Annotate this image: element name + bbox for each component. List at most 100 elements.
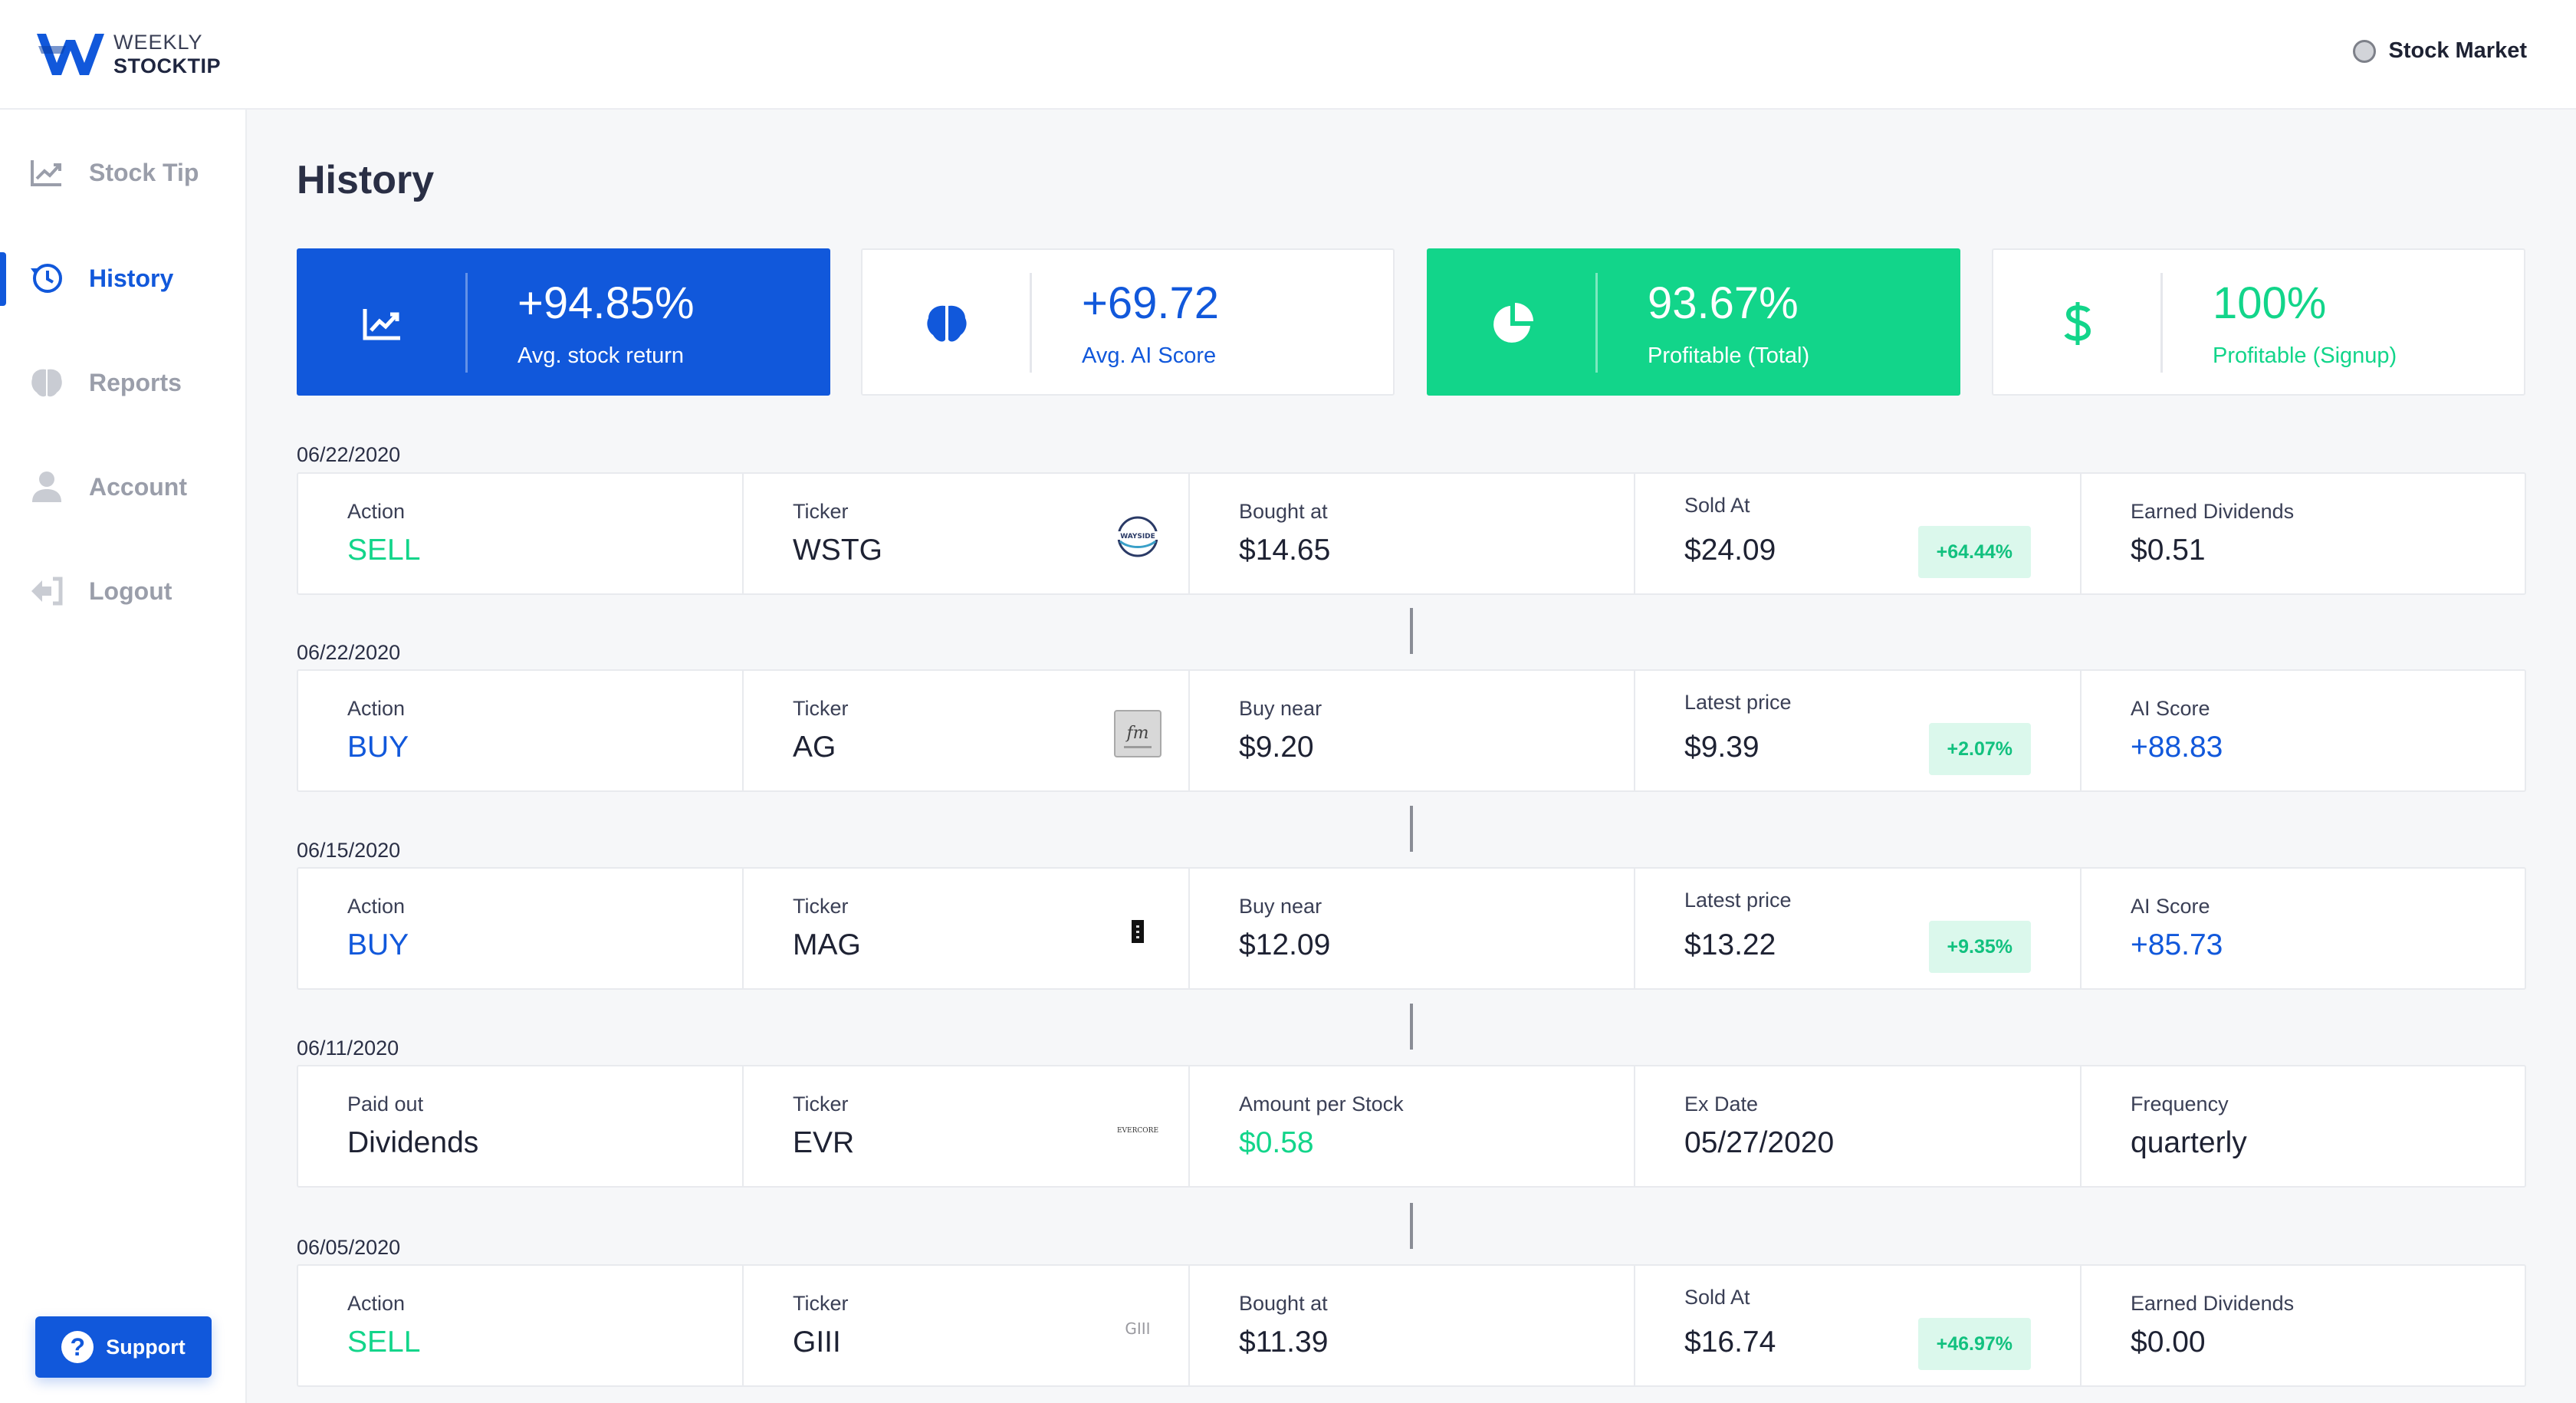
entry-result-cell: Sold At $16.74 +46.97% [1635,1266,2082,1385]
stat-divider [1595,273,1598,373]
cell-label: Bought at [1239,1292,1328,1315]
entry-extra: $0.00 [2131,1326,2206,1359]
entry-action: Dividends [347,1126,479,1159]
cell-label: Earned Dividends [2131,500,2295,523]
brand-line2: STOCKTIP [113,54,222,77]
ticker-logo-text: GIII [1125,1319,1150,1338]
entry-price-cell: Bought at $11.39 [1190,1266,1635,1385]
ticker-logo-icon: WAYSIDE [1112,511,1164,563]
entry-date: 06/15/2020 [297,839,401,862]
entry-action-cell: Action BUY [298,671,744,790]
entry-price-cell: Buy near $12.09 [1190,869,1635,988]
entry-ticker: EVR [793,1126,855,1159]
cell-label: Frequency [2131,1092,2229,1116]
entry-price-cell: Bought at $14.65 [1190,474,1635,593]
entry-action: BUY [347,928,409,961]
entry-date: 06/11/2020 [297,1037,399,1060]
stat-divider [2160,273,2163,373]
entry-price: $14.65 [1239,534,1331,567]
cell-label: Latest price [1684,889,1792,912]
stock-market-status[interactable]: Stock Market [2353,38,2527,64]
support-button[interactable]: ? Support [35,1316,212,1378]
history-entry[interactable]: Paid out Dividends Ticker EVR EVERCORE A… [297,1065,2526,1188]
stat-value: 93.67% [1648,278,1799,328]
entry-ticker-cell: Ticker AG fm [744,671,1190,790]
brand-line1: WEEKLY [113,31,203,54]
stat-label: Profitable (Signup) [2213,343,2397,368]
timeline-connector [1410,806,1413,852]
sidebar-item-history[interactable]: History [0,248,245,309]
cell-label: Action [347,895,406,918]
entry-result-cell: Sold At $24.09 +64.44% [1635,474,2082,593]
cell-label: Ticker [793,697,849,720]
entry-result: $16.74 [1684,1326,1776,1359]
stat-card-avg-return: +94.85% Avg. stock return [297,248,830,396]
cell-label: Ticker [793,1092,849,1116]
entry-action-cell: Paid out Dividends [298,1066,744,1186]
sidebar-item-stock-tip[interactable]: Stock Tip [0,142,245,203]
stat-divider [465,273,468,373]
cell-label: Amount per Stock [1239,1092,1404,1116]
stat-value: +69.72 [1082,278,1220,328]
history-entry[interactable]: Action SELL Ticker WSTG WAYSIDE Bought a… [297,472,2526,595]
entry-action: SELL [347,534,421,567]
timeline-connector [1410,1203,1413,1249]
cell-label: Sold At [1684,1286,1750,1309]
entry-result: 05/27/2020 [1684,1126,1835,1159]
history-entry[interactable]: Action SELL Ticker GIII GIII Bought at $… [297,1264,2526,1387]
logo-w-icon [37,34,104,75]
chart-line-icon [344,285,421,362]
sidebar-item-account[interactable]: Account [0,456,245,518]
entry-ticker: GIII [793,1326,841,1359]
support-label: Support [106,1335,186,1359]
entry-extra-cell: AI Score +85.73 [2082,869,2525,988]
entry-extra: quarterly [2131,1126,2247,1159]
entry-extra: $0.51 [2131,534,2206,567]
cell-label: Ex Date [1684,1092,1759,1116]
stat-label: Avg. AI Score [1082,343,1217,368]
cell-label: AI Score [2131,895,2210,918]
cell-label: Earned Dividends [2131,1292,2295,1315]
stat-card-profitable-total: 93.67% Profitable (Total) [1427,248,1960,396]
entry-price: $11.39 [1239,1326,1329,1359]
stat-label: Avg. stock return [518,343,685,368]
brand-text: WEEKLY STOCKTIP [113,31,221,78]
entry-extra-cell: AI Score +88.83 [2082,671,2525,790]
entry-result-cell: Latest price $9.39 +2.07% [1635,671,2082,790]
cell-label: Ticker [793,1292,849,1315]
entry-date: 06/05/2020 [297,1236,401,1259]
brain-icon [28,363,66,402]
ticker-logo-icon: EVERCORE [1112,1103,1164,1155]
entry-extra-cell: Earned Dividends $0.51 [2082,474,2525,593]
top-header: WEEKLY STOCKTIP Stock Market [0,0,2576,110]
return-badge: +46.97% [1917,1318,2031,1370]
sidebar-item-label: Stock Tip [89,158,199,186]
entry-price: $0.58 [1239,1126,1314,1159]
entry-extra: +88.83 [2131,731,2223,764]
cell-label: Action [347,697,406,720]
ticker-logo-text: WAYSIDE [1120,533,1155,540]
brain-icon [909,285,985,362]
timeline-connector [1410,1004,1413,1050]
history-entry[interactable]: Action BUY Ticker AG fm Buy near $9.20 L… [297,669,2526,792]
history-entry[interactable]: Action BUY Ticker MAG Buy near $12.09 La… [297,867,2526,990]
cell-label: Ticker [793,895,849,918]
dollar-icon [2039,285,2116,362]
cell-label: AI Score [2131,697,2210,720]
stat-value: +94.85% [518,278,695,328]
sidebar-item-reports[interactable]: Reports [0,352,245,413]
entry-result: $24.09 [1684,534,1776,567]
ticker-logo-text: EVERCORE [1117,1127,1158,1135]
return-badge: +9.35% [1928,921,2031,973]
entry-extra: +85.73 [2131,928,2223,961]
cell-label: Latest price [1684,691,1792,714]
entry-action: SELL [347,1326,421,1359]
ticker-logo-icon: fm [1112,708,1164,760]
entry-action: BUY [347,731,409,764]
sidebar-item-logout[interactable]: Logout [0,560,245,622]
sidebar-item-label: History [89,264,174,292]
entry-price: $9.20 [1239,731,1314,764]
brand-logo[interactable]: WEEKLY STOCKTIP [35,29,221,80]
sidebar-item-label: Logout [89,577,172,605]
entry-ticker-cell: Ticker MAG [744,869,1190,988]
